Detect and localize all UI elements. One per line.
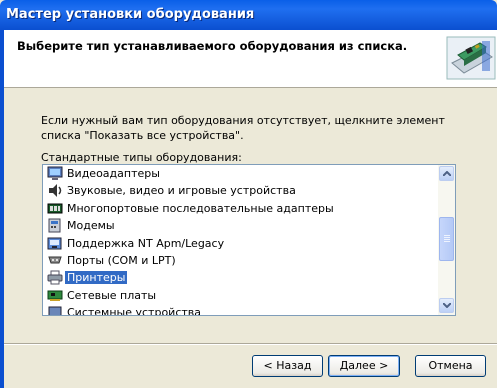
sound-video-game-icon: [49, 184, 62, 198]
network-card-icon: [47, 290, 63, 301]
list-item-label: Системные устройства: [67, 306, 201, 316]
list-item-sound-video-game[interactable]: Звуковые, видео и игровые устройства: [43, 182, 437, 199]
scroll-down-button[interactable]: [439, 298, 454, 313]
list-item-modems[interactable]: Модемы: [43, 217, 437, 234]
system-device-icon: [48, 306, 62, 315]
scroll-up-button[interactable]: [439, 166, 454, 181]
chevron-up-icon: [443, 171, 451, 176]
nt-apm-icon: [47, 237, 62, 250]
list-item-label: Видеоадаптеры: [67, 167, 160, 180]
list-item-network-cards[interactable]: Сетевые платы: [43, 287, 437, 304]
intro-text: Если нужный вам тип оборудования отсутст…: [41, 114, 445, 142]
list-item-label: Многопортовые последовательные адаптеры: [67, 201, 334, 215]
list-caption: Стандартные типы оборудования:: [41, 151, 242, 164]
list-item-label: Модемы: [67, 219, 115, 233]
multiport-serial-icon: [47, 203, 63, 214]
list-item-label: Звуковые, видео и игровые устройства: [67, 184, 296, 198]
hardware-card-icon: [446, 36, 496, 80]
list-item-printers[interactable]: Принтеры: [43, 269, 437, 286]
scroll-thumb[interactable]: [439, 217, 454, 261]
title-bar[interactable]: Мастер установки оборудования: [0, 0, 497, 30]
window-title: Мастер установки оборудования: [6, 7, 255, 22]
list-item-label: Принтеры: [65, 271, 128, 285]
display-adapter-icon: [47, 166, 63, 180]
wizard-header: Выберите тип устанавливаемого оборудован…: [4, 30, 497, 88]
list-item-system-devices[interactable]: Системные устройства: [43, 304, 437, 316]
list-item-nt-apm[interactable]: Поддержка NT Apm/Legacy: [43, 235, 437, 252]
modem-icon: [48, 218, 61, 233]
ports-icon: [48, 256, 62, 264]
list-item-multiport-serial[interactable]: Многопортовые последовательные адаптеры: [43, 200, 437, 217]
list-item-display-adapters[interactable]: Видеоадаптеры: [43, 165, 437, 182]
list-item-label: Сетевые платы: [67, 288, 157, 302]
footer-separator: [4, 343, 497, 345]
next-button[interactable]: Далее >: [328, 355, 400, 377]
cancel-button[interactable]: Отмена: [415, 355, 486, 377]
vertical-scrollbar[interactable]: [438, 165, 455, 315]
printer-icon: [47, 270, 63, 285]
back-button[interactable]: < Назад: [252, 355, 323, 377]
hardware-type-list[interactable]: Видеоадаптеры Звуковые, видео и игровые …: [42, 164, 456, 316]
list-item-label: Порты (COM и LPT): [67, 253, 176, 267]
chevron-down-icon: [443, 303, 451, 308]
header-text: Выберите тип устанавливаемого оборудован…: [17, 39, 408, 53]
list-item-ports[interactable]: Порты (COM и LPT): [43, 252, 437, 269]
list-item-label: Поддержка NT Apm/Legacy: [67, 236, 225, 250]
